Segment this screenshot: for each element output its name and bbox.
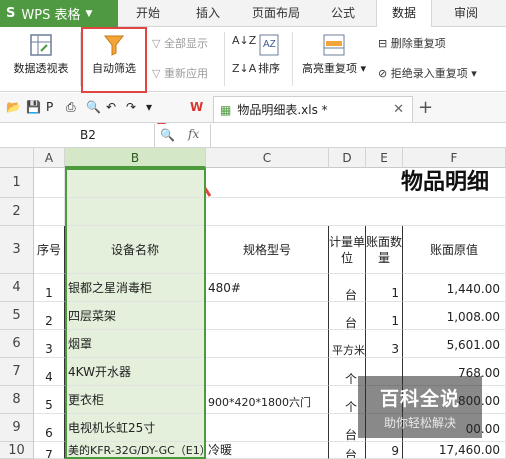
- undo-icon[interactable]: ↶: [106, 100, 121, 115]
- cell-name[interactable]: 四层菜架: [65, 302, 206, 330]
- formula-bar: B2 🔍 fx: [0, 124, 506, 148]
- col-header-b[interactable]: B: [65, 148, 206, 168]
- sheet-title[interactable]: 物品明细: [206, 168, 506, 198]
- wps-w-logo-icon: W: [190, 100, 204, 114]
- row-header[interactable]: 3: [0, 226, 34, 274]
- cell[interactable]: [34, 168, 65, 198]
- zoom-icon[interactable]: 🔍: [160, 128, 175, 142]
- row-header[interactable]: 5: [0, 302, 34, 330]
- select-all-corner[interactable]: [0, 148, 34, 168]
- cell-unit[interactable]: 台: [329, 442, 366, 459]
- cell-name[interactable]: 更衣柜: [65, 386, 206, 414]
- row-header[interactable]: 2: [0, 198, 34, 226]
- export-pdf-icon[interactable]: P: [46, 100, 61, 115]
- row-header[interactable]: 4: [0, 274, 34, 302]
- row-header[interactable]: 7: [0, 358, 34, 386]
- cell-no[interactable]: 5: [34, 386, 65, 414]
- cell-unit[interactable]: 平方米: [329, 330, 366, 358]
- cell[interactable]: [34, 198, 65, 226]
- cell[interactable]: [65, 198, 206, 226]
- cell-spec[interactable]: [206, 414, 329, 442]
- cell-spec[interactable]: 冷暖: [206, 442, 329, 459]
- row-header[interactable]: 9: [0, 414, 34, 442]
- cell-value[interactable]: 1,440.00: [403, 274, 506, 302]
- watermark: 百科全说 助你轻松解决: [358, 376, 482, 438]
- row-header[interactable]: 10: [0, 442, 34, 459]
- col-header-d[interactable]: D: [329, 148, 366, 168]
- watermark-title: 百科全说: [379, 388, 460, 410]
- cell-name[interactable]: 银都之星消毒柜: [65, 274, 206, 302]
- fx-button[interactable]: fx: [188, 127, 199, 141]
- cell-qty[interactable]: 3: [366, 330, 403, 358]
- cell-qty[interactable]: 9: [366, 442, 403, 459]
- cell-value[interactable]: 1,008.00: [403, 302, 506, 330]
- header-name[interactable]: 设备名称: [65, 226, 206, 274]
- header-qty[interactable]: 账面数量: [366, 226, 403, 274]
- cell-qty[interactable]: 1: [366, 302, 403, 330]
- row-header[interactable]: 1: [0, 168, 34, 198]
- header-spec[interactable]: 规格型号: [206, 226, 329, 274]
- col-header-f[interactable]: F: [403, 148, 506, 168]
- cell[interactable]: [206, 198, 506, 226]
- cell-name[interactable]: 烟罩: [65, 330, 206, 358]
- cell-unit[interactable]: 台: [329, 302, 366, 330]
- cell-spec[interactable]: [206, 358, 329, 386]
- close-icon[interactable]: ✕: [393, 102, 404, 117]
- row-header[interactable]: 8: [0, 386, 34, 414]
- cell-no[interactable]: 7: [34, 442, 65, 459]
- row-header[interactable]: 6: [0, 330, 34, 358]
- cell-value[interactable]: 5,601.00: [403, 330, 506, 358]
- cell-name[interactable]: 电视机长虹25寸: [65, 414, 206, 442]
- print-preview-icon[interactable]: 🔍: [86, 100, 101, 115]
- more-icon[interactable]: ▾: [146, 100, 161, 115]
- cell-qty[interactable]: 1: [366, 274, 403, 302]
- formula-input[interactable]: [210, 124, 506, 147]
- cell-value[interactable]: 17,460.00: [403, 442, 506, 459]
- save-icon[interactable]: 💾: [26, 100, 41, 115]
- cell-name[interactable]: 美的KFR-32G/DY-GC（E1）: [65, 442, 206, 459]
- cell-spec[interactable]: [206, 302, 329, 330]
- cell-unit[interactable]: 台: [329, 274, 366, 302]
- add-tab-button[interactable]: +: [418, 97, 433, 118]
- header-unit[interactable]: 计量单位: [329, 226, 366, 274]
- name-box[interactable]: B2: [0, 124, 155, 147]
- cell-name[interactable]: 4KW开水器: [65, 358, 206, 386]
- col-header-a[interactable]: A: [34, 148, 65, 168]
- cell[interactable]: [65, 168, 206, 198]
- cell-spec[interactable]: [206, 330, 329, 358]
- sheet-file-icon: ▦: [220, 102, 232, 117]
- redo-icon[interactable]: ↷: [126, 100, 141, 115]
- cell-no[interactable]: 1: [34, 274, 65, 302]
- file-tab-label: 物品明细表.xls *: [237, 103, 328, 117]
- file-tab[interactable]: ▦ 物品明细表.xls * ✕: [213, 96, 413, 122]
- cell-spec[interactable]: 900*420*1800六门: [206, 386, 329, 414]
- col-header-c[interactable]: C: [206, 148, 329, 168]
- col-header-e[interactable]: E: [366, 148, 403, 168]
- open-icon[interactable]: 📂: [6, 100, 21, 115]
- header-value[interactable]: 账面原值: [403, 226, 506, 274]
- cell-no[interactable]: 6: [34, 414, 65, 442]
- print-icon[interactable]: ⎙: [66, 100, 81, 115]
- cell-spec[interactable]: 480#: [206, 274, 329, 302]
- cell-no[interactable]: 2: [34, 302, 65, 330]
- cell-no[interactable]: 3: [34, 330, 65, 358]
- watermark-subtitle: 助你轻松解决: [383, 416, 456, 430]
- cell-no[interactable]: 4: [34, 358, 65, 386]
- header-no[interactable]: 序号: [34, 226, 65, 274]
